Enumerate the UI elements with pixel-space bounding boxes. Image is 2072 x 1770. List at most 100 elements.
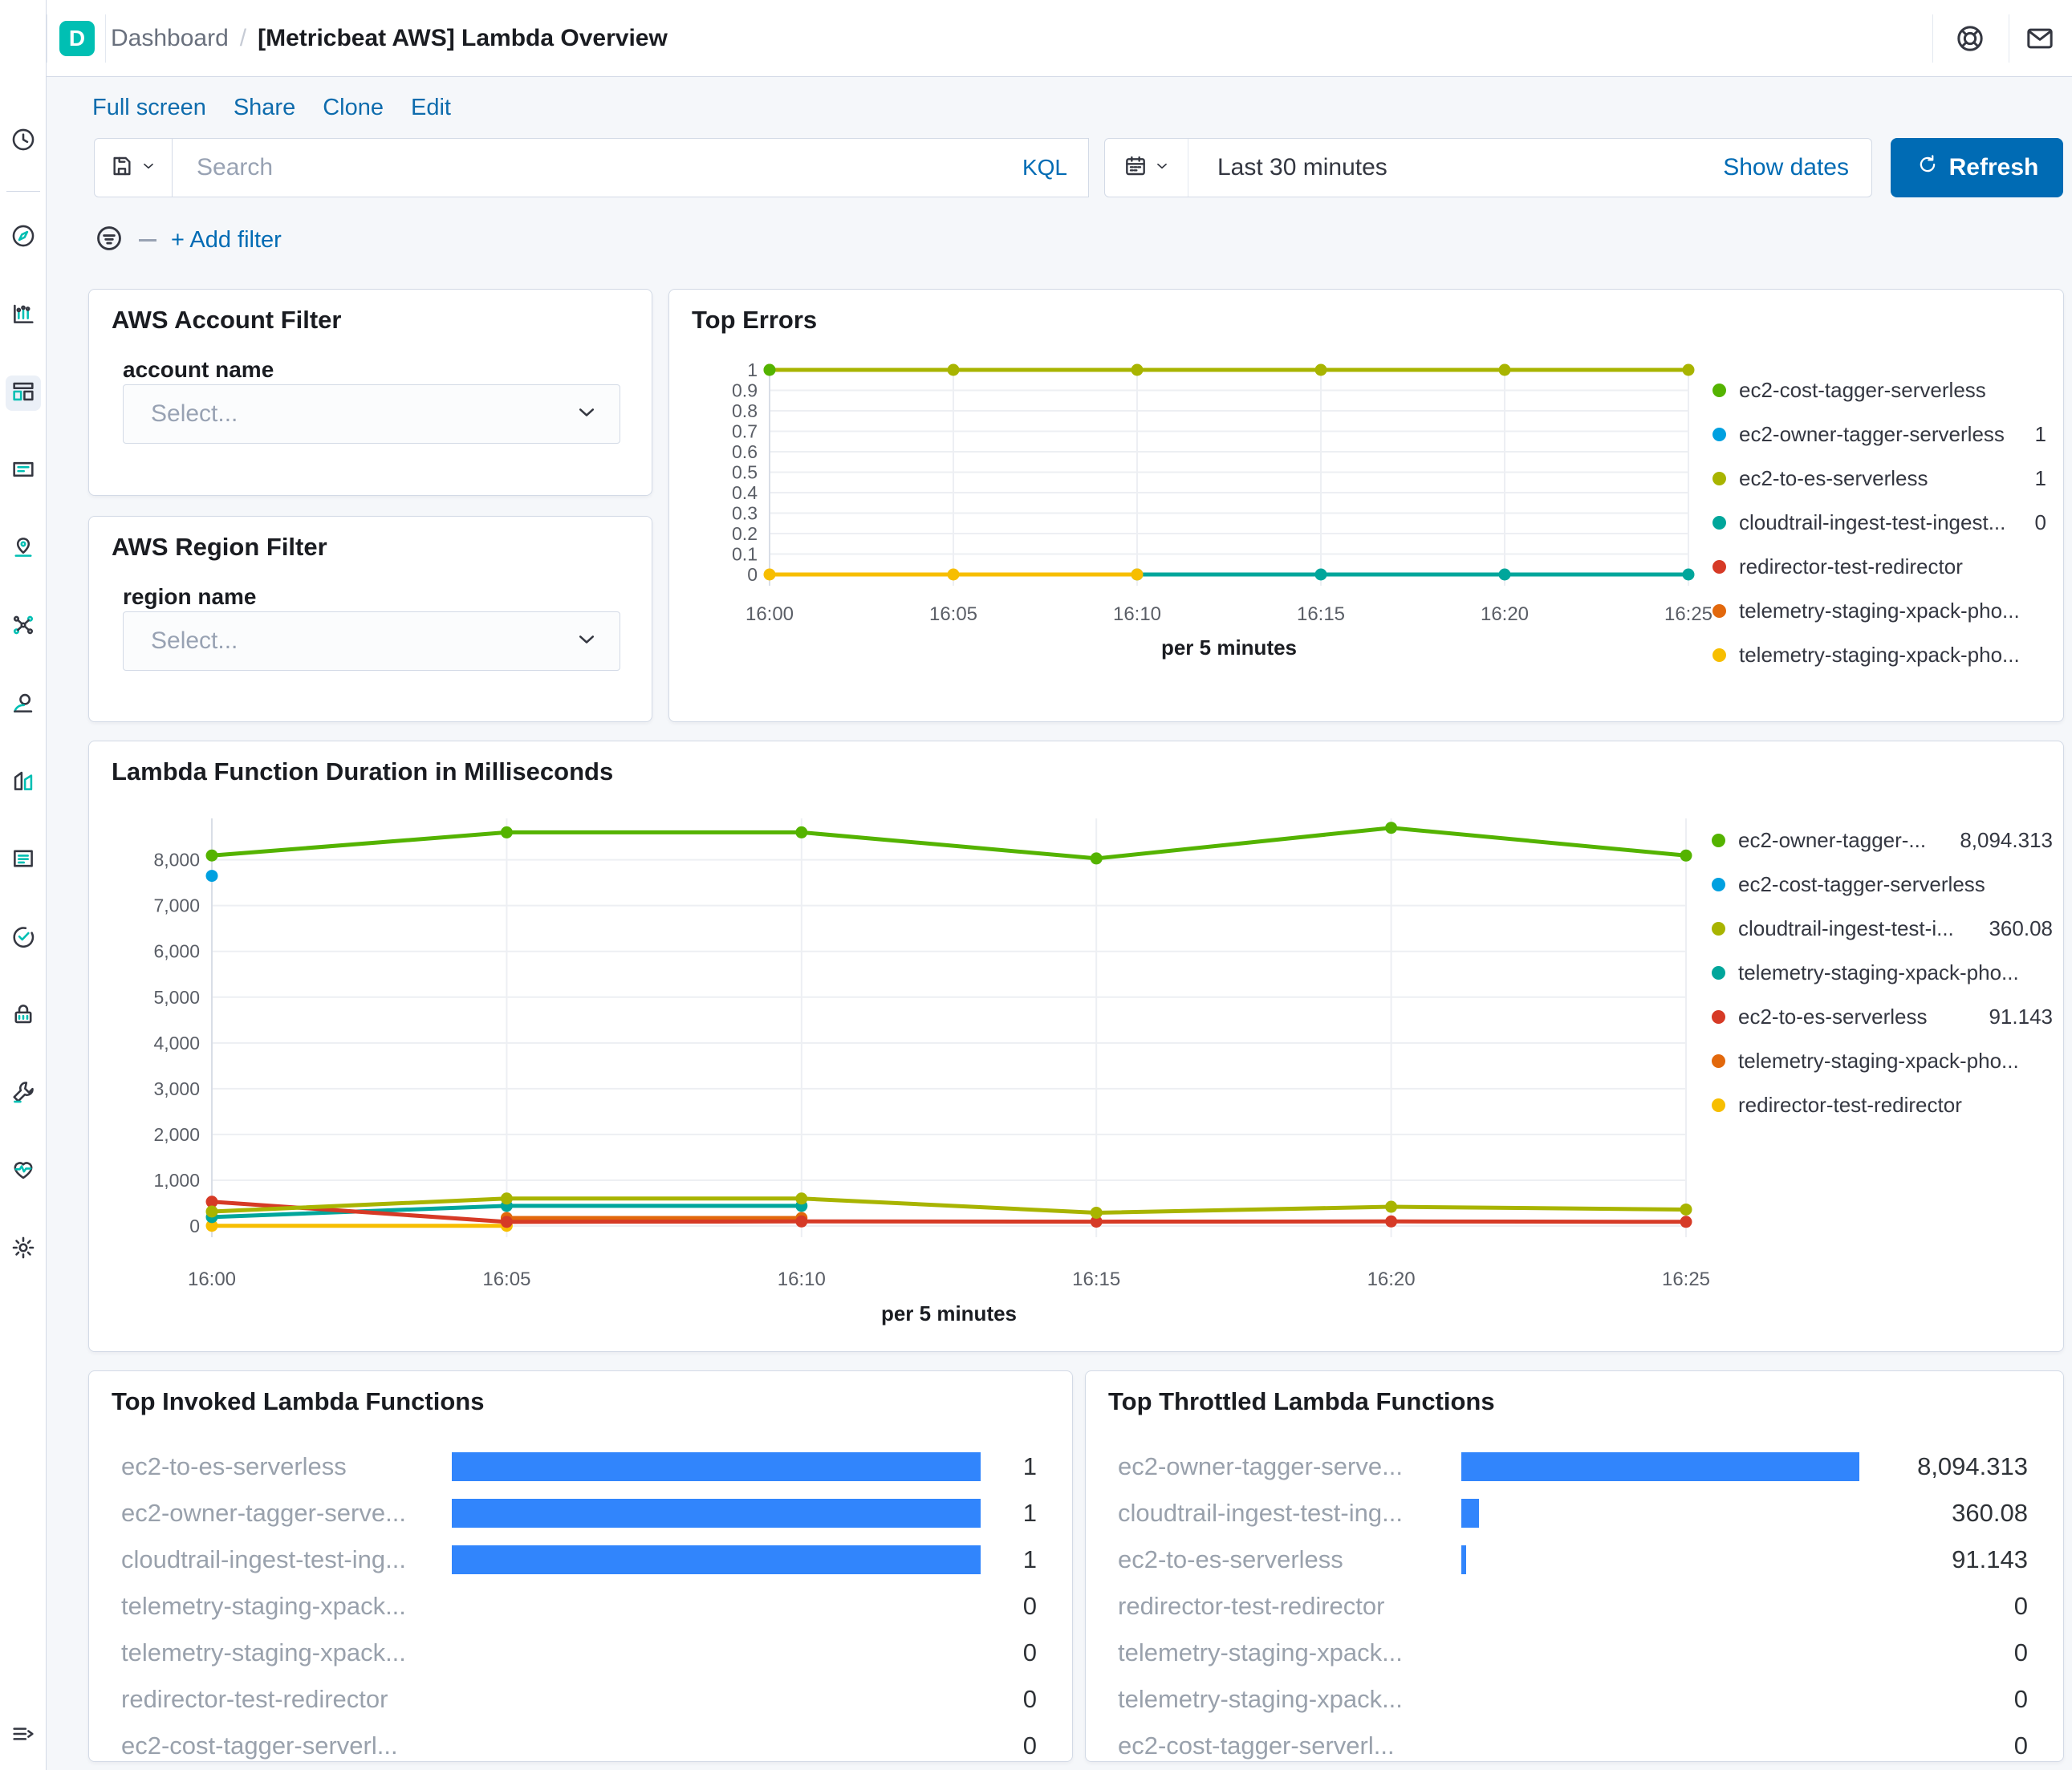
top-throttled-list: ec2-owner-tagger-serve... 8,094.313 cloudt… [1086, 1443, 2063, 1769]
legend-item[interactable]: ec2-to-es-serverless 1 [1712, 457, 2046, 501]
show-dates-button[interactable]: Show dates [1723, 154, 1871, 181]
date-picker: Last 30 minutes Show dates [1104, 138, 1872, 197]
settings-icon [10, 1234, 37, 1265]
svg-text:6,000: 6,000 [153, 941, 200, 962]
search-input[interactable] [173, 154, 1001, 181]
legend-item[interactable]: cloudtrail-ingest-test-ingest... 0 [1712, 501, 2046, 545]
sidebar-item-stack-monitoring[interactable] [6, 1154, 41, 1189]
search-bar: KQL [172, 138, 1089, 197]
bar-track [1461, 1499, 1859, 1528]
bar-row-label: ec2-owner-tagger-serve... [121, 1499, 406, 1527]
quick-select-time-button[interactable] [1105, 139, 1188, 197]
legend-label: redirector-test-redirector [1739, 554, 1963, 578]
top-invoked-list: ec2-to-es-serverless 1 ec2-owner-tagger-se… [89, 1443, 1072, 1769]
bar-row-value: 0 [1022, 1638, 1037, 1666]
region-name-label: region name [123, 584, 257, 609]
bar[interactable] [452, 1499, 981, 1528]
sidebar-item-dev-tools[interactable] [6, 1076, 41, 1111]
svg-text:0.7: 0.7 [732, 421, 758, 442]
account-name-label: account name [123, 357, 274, 382]
svg-text:1: 1 [747, 359, 758, 380]
legend-dot-icon [1712, 560, 1726, 574]
newsfeed-button[interactable] [2024, 22, 2056, 55]
saved-query-button[interactable] [94, 138, 173, 197]
legend-item[interactable]: cloudtrail-ingest-test-i... 360.08 [1712, 907, 2053, 951]
legend-label: ec2-cost-tagger-serverless [1739, 378, 1986, 402]
edit-button[interactable]: Edit [411, 95, 451, 121]
svg-text:16:10: 16:10 [1113, 603, 1161, 625]
svg-text:16:05: 16:05 [929, 603, 977, 625]
bar-list-row: redirector-test-redirector 0 [89, 1676, 1072, 1723]
svg-text:0.3: 0.3 [732, 503, 758, 524]
sidebar-item-visualize[interactable] [6, 298, 41, 333]
sidebar-item-machine-learning[interactable] [6, 609, 41, 644]
sidebar-item-recently-viewed[interactable] [6, 124, 41, 159]
legend-item[interactable]: telemetry-staging-xpack-pho... [1712, 633, 2046, 677]
collapse-navigation-button[interactable] [6, 1718, 41, 1753]
region-name-select[interactable]: Select... [123, 611, 620, 671]
sidebar-item-logs[interactable] [6, 842, 41, 878]
svg-text:7,000: 7,000 [153, 895, 200, 916]
top-invoked-panel: Top Invoked Lambda Functions ec2-to-es-s… [88, 1370, 1073, 1762]
sidebar-item-maps[interactable] [6, 531, 41, 566]
legend-item[interactable]: ec2-cost-tagger-serverless [1712, 368, 2046, 412]
svg-text:16:05: 16:05 [482, 1269, 530, 1290]
bar-row-label: redirector-test-redirector [1118, 1592, 1385, 1620]
clone-button[interactable]: Clone [323, 95, 384, 121]
legend-item[interactable]: redirector-test-redirector [1712, 545, 2046, 589]
legend-item[interactable]: telemetry-staging-xpack-pho... [1712, 951, 2053, 995]
bar-row-label: telemetry-staging-xpack... [121, 1592, 406, 1620]
sidebar-item-discover[interactable] [6, 220, 41, 255]
chevron-down-icon [573, 626, 620, 657]
query-language-button[interactable]: KQL [1001, 155, 1088, 181]
refresh-button[interactable]: Refresh [1891, 138, 2063, 197]
legend-item[interactable]: ec2-to-es-serverless 91.143 [1712, 995, 2053, 1039]
svg-text:16:15: 16:15 [1072, 1269, 1120, 1290]
time-range-value[interactable]: Last 30 minutes [1188, 154, 1723, 181]
filter-icon[interactable] [94, 223, 124, 258]
svg-text:0: 0 [189, 1216, 200, 1236]
svg-text:0.4: 0.4 [732, 482, 758, 503]
bar-row-label: cloudtrail-ingest-test-ing... [1118, 1499, 1403, 1527]
legend-dot-icon [1712, 834, 1725, 847]
add-filter-button[interactable]: + Add filter [171, 227, 282, 254]
legend-item[interactable]: telemetry-staging-xpack-pho... [1712, 1039, 2053, 1083]
legend-item[interactable]: ec2-owner-tagger-serverless 1 [1712, 412, 2046, 457]
help-button[interactable] [1954, 22, 1986, 55]
sidebar-item-graph[interactable] [6, 687, 41, 722]
legend-dot-icon [1712, 1054, 1725, 1068]
bar[interactable] [1461, 1499, 1480, 1528]
sidebar-item-uptime[interactable] [6, 920, 41, 956]
sidebar-item-metrics[interactable] [6, 765, 41, 800]
save-icon [109, 153, 135, 183]
legend-item[interactable]: ec2-cost-tagger-serverless [1712, 863, 2053, 907]
svg-text:16:10: 16:10 [778, 1269, 826, 1290]
bar-list-row: redirector-test-redirector 0 [1086, 1583, 2063, 1630]
account-name-select[interactable]: Select... [123, 384, 620, 444]
sidebar-item-dashboard[interactable] [6, 376, 41, 411]
svg-text:0.8: 0.8 [732, 400, 758, 421]
sidebar-item-canvas[interactable] [6, 453, 41, 489]
dashboard-icon [10, 378, 37, 409]
share-button[interactable]: Share [234, 95, 295, 121]
legend-item[interactable]: ec2-owner-tagger-... 8,094.313 [1712, 818, 2053, 863]
legend-dot-icon [1712, 516, 1726, 530]
legend-item[interactable]: redirector-test-redirector [1712, 1083, 2053, 1127]
bar[interactable] [452, 1545, 981, 1574]
sidebar-item-management[interactable] [6, 1232, 41, 1267]
legend-dot-icon [1712, 384, 1726, 397]
panel-title: AWS Region Filter [112, 533, 327, 561]
svg-text:0.5: 0.5 [732, 462, 758, 483]
dashboard-app-badge[interactable]: D [59, 21, 95, 56]
bar-row-value: 0 [1022, 1685, 1037, 1713]
legend-label: cloudtrail-ingest-test-i... [1738, 916, 1954, 940]
breadcrumb-dashboard-link[interactable]: Dashboard [111, 25, 229, 52]
sidebar-item-siem[interactable] [6, 998, 41, 1033]
full-screen-button[interactable]: Full screen [92, 95, 206, 121]
bar-row-label: ec2-cost-tagger-serverl... [1118, 1731, 1395, 1760]
bar-row-label: cloudtrail-ingest-test-ing... [121, 1545, 406, 1573]
bar[interactable] [452, 1452, 981, 1481]
legend-item[interactable]: telemetry-staging-xpack-pho... [1712, 589, 2046, 633]
bar[interactable] [1461, 1545, 1466, 1574]
bar[interactable] [1461, 1452, 1859, 1481]
